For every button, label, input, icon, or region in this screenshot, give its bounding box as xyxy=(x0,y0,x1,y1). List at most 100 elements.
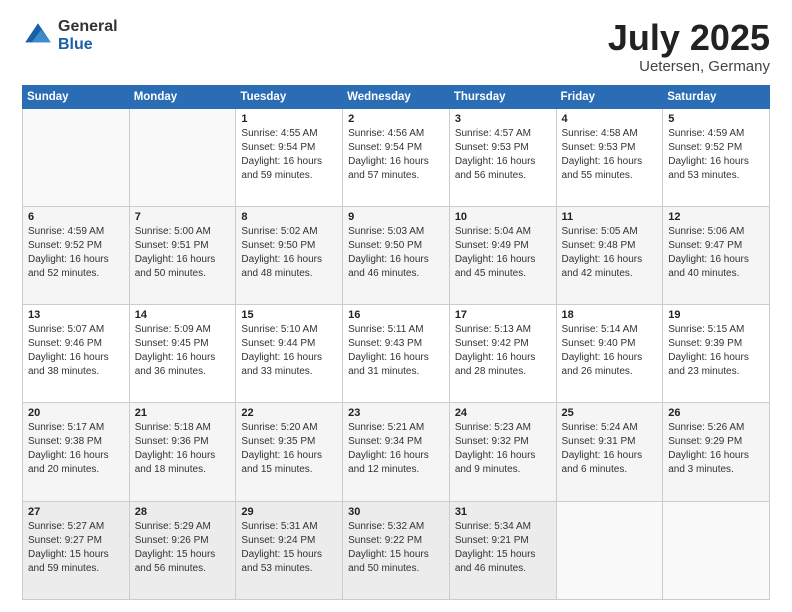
cell-content: Sunrise: 4:58 AM Sunset: 9:53 PM Dayligh… xyxy=(562,127,658,183)
calendar-cell: 22 Sunrise: 5:20 AM Sunset: 9:35 PM Dayli… xyxy=(236,403,343,501)
calendar-cell: 1 Sunrise: 4:55 AM Sunset: 9:54 PM Daylig… xyxy=(236,108,343,206)
calendar-header-thursday: Thursday xyxy=(449,85,556,108)
cell-content: Sunrise: 5:23 AM Sunset: 9:32 PM Dayligh… xyxy=(455,421,551,477)
location-subtitle: Uetersen, Germany xyxy=(608,58,770,75)
cell-content: Sunrise: 5:29 AM Sunset: 9:26 PM Dayligh… xyxy=(135,520,231,576)
day-number: 11 xyxy=(562,211,658,223)
cell-content: Sunrise: 5:09 AM Sunset: 9:45 PM Dayligh… xyxy=(135,323,231,379)
cell-content: Sunrise: 5:10 AM Sunset: 9:44 PM Dayligh… xyxy=(241,323,337,379)
cell-content: Sunrise: 5:05 AM Sunset: 9:48 PM Dayligh… xyxy=(562,225,658,281)
cell-content: Sunrise: 5:13 AM Sunset: 9:42 PM Dayligh… xyxy=(455,323,551,379)
header: General Blue July 2025 Uetersen, Germany xyxy=(22,18,770,75)
calendar-cell: 16Sunrise: 5:11 AM Sunset: 9:43 PM Dayli… xyxy=(343,305,450,403)
calendar-cell: 9 Sunrise: 5:03 AM Sunset: 9:50 PM Daylig… xyxy=(343,206,450,304)
logo: General Blue xyxy=(22,18,118,53)
day-number: 8 xyxy=(241,211,337,223)
calendar-header-wednesday: Wednesday xyxy=(343,85,450,108)
calendar-week-4: 20Sunrise: 5:17 AM Sunset: 9:38 PM Dayli… xyxy=(23,403,770,501)
cell-content: Sunrise: 5:20 AM Sunset: 9:35 PM Dayligh… xyxy=(241,421,337,477)
calendar-cell: 6 Sunrise: 4:59 AM Sunset: 9:52 PM Daylig… xyxy=(23,206,130,304)
day-number: 15 xyxy=(241,309,337,321)
calendar-cell: 25 Sunrise: 5:24 AM Sunset: 9:31 PM Dayli… xyxy=(556,403,663,501)
calendar-cell: 27Sunrise: 5:27 AM Sunset: 9:27 PM Dayli… xyxy=(23,501,130,599)
day-number: 21 xyxy=(135,407,231,419)
cell-content: Sunrise: 4:59 AM Sunset: 9:52 PM Dayligh… xyxy=(668,127,764,183)
cell-content: Sunrise: 5:31 AM Sunset: 9:24 PM Dayligh… xyxy=(241,520,337,576)
cell-content: Sunrise: 5:04 AM Sunset: 9:49 PM Dayligh… xyxy=(455,225,551,281)
cell-content: Sunrise: 5:03 AM Sunset: 9:50 PM Dayligh… xyxy=(348,225,444,281)
calendar-cell: 28 Sunrise: 5:29 AM Sunset: 9:26 PM Dayli… xyxy=(129,501,236,599)
day-number: 26 xyxy=(668,407,764,419)
logo-icon xyxy=(22,20,54,52)
cell-content: Sunrise: 5:07 AM Sunset: 9:46 PM Dayligh… xyxy=(28,323,124,379)
calendar-week-5: 27Sunrise: 5:27 AM Sunset: 9:27 PM Dayli… xyxy=(23,501,770,599)
calendar-week-1: 1 Sunrise: 4:55 AM Sunset: 9:54 PM Daylig… xyxy=(23,108,770,206)
cell-content: Sunrise: 5:27 AM Sunset: 9:27 PM Dayligh… xyxy=(28,520,124,576)
day-number: 12 xyxy=(668,211,764,223)
calendar-cell: 5 Sunrise: 4:59 AM Sunset: 9:52 PM Daylig… xyxy=(663,108,770,206)
calendar-cell: 29 Sunrise: 5:31 AM Sunset: 9:24 PM Dayli… xyxy=(236,501,343,599)
cell-content: Sunrise: 5:15 AM Sunset: 9:39 PM Dayligh… xyxy=(668,323,764,379)
calendar-cell: 20Sunrise: 5:17 AM Sunset: 9:38 PM Dayli… xyxy=(23,403,130,501)
calendar-cell: 26Sunrise: 5:26 AM Sunset: 9:29 PM Dayli… xyxy=(663,403,770,501)
calendar-cell: 11 Sunrise: 5:05 AM Sunset: 9:48 PM Dayli… xyxy=(556,206,663,304)
calendar-cell: 10 Sunrise: 5:04 AM Sunset: 9:49 PM Dayli… xyxy=(449,206,556,304)
day-number: 13 xyxy=(28,309,124,321)
calendar-cell: 2Sunrise: 4:56 AM Sunset: 9:54 PM Daylig… xyxy=(343,108,450,206)
calendar-header-friday: Friday xyxy=(556,85,663,108)
day-number: 19 xyxy=(668,309,764,321)
calendar-header-saturday: Saturday xyxy=(663,85,770,108)
cell-content: Sunrise: 5:14 AM Sunset: 9:40 PM Dayligh… xyxy=(562,323,658,379)
calendar-cell: 3 Sunrise: 4:57 AM Sunset: 9:53 PM Daylig… xyxy=(449,108,556,206)
cell-content: Sunrise: 5:32 AM Sunset: 9:22 PM Dayligh… xyxy=(348,520,444,576)
cell-content: Sunrise: 4:55 AM Sunset: 9:54 PM Dayligh… xyxy=(241,127,337,183)
day-number: 25 xyxy=(562,407,658,419)
day-number: 1 xyxy=(241,113,337,125)
day-number: 24 xyxy=(455,407,551,419)
logo-general-text: General xyxy=(58,18,118,36)
day-number: 14 xyxy=(135,309,231,321)
cell-content: Sunrise: 5:11 AM Sunset: 9:43 PM Dayligh… xyxy=(348,323,444,379)
calendar-cell: 17Sunrise: 5:13 AM Sunset: 9:42 PM Dayli… xyxy=(449,305,556,403)
calendar-cell: 24 Sunrise: 5:23 AM Sunset: 9:32 PM Dayli… xyxy=(449,403,556,501)
calendar-table: SundayMondayTuesdayWednesdayThursdayFrid… xyxy=(22,85,770,600)
cell-content: Sunrise: 5:18 AM Sunset: 9:36 PM Dayligh… xyxy=(135,421,231,477)
page: General Blue July 2025 Uetersen, Germany… xyxy=(0,0,792,612)
cell-content: Sunrise: 4:59 AM Sunset: 9:52 PM Dayligh… xyxy=(28,225,124,281)
calendar-week-3: 13 Sunrise: 5:07 AM Sunset: 9:46 PM Dayli… xyxy=(23,305,770,403)
day-number: 28 xyxy=(135,506,231,518)
calendar-header-row: SundayMondayTuesdayWednesdayThursdayFrid… xyxy=(23,85,770,108)
day-number: 7 xyxy=(135,211,231,223)
calendar-cell: 30Sunrise: 5:32 AM Sunset: 9:22 PM Dayli… xyxy=(343,501,450,599)
calendar-cell xyxy=(663,501,770,599)
calendar-cell: 15 Sunrise: 5:10 AM Sunset: 9:44 PM Dayli… xyxy=(236,305,343,403)
day-number: 10 xyxy=(455,211,551,223)
calendar-cell: 19 Sunrise: 5:15 AM Sunset: 9:39 PM Dayli… xyxy=(663,305,770,403)
day-number: 22 xyxy=(241,407,337,419)
day-number: 5 xyxy=(668,113,764,125)
day-number: 9 xyxy=(348,211,444,223)
calendar-cell: 4 Sunrise: 4:58 AM Sunset: 9:53 PM Daylig… xyxy=(556,108,663,206)
cell-content: Sunrise: 5:24 AM Sunset: 9:31 PM Dayligh… xyxy=(562,421,658,477)
day-number: 3 xyxy=(455,113,551,125)
calendar-cell: 18Sunrise: 5:14 AM Sunset: 9:40 PM Dayli… xyxy=(556,305,663,403)
day-number: 4 xyxy=(562,113,658,125)
calendar-cell xyxy=(129,108,236,206)
calendar-cell: 23Sunrise: 5:21 AM Sunset: 9:34 PM Dayli… xyxy=(343,403,450,501)
day-number: 6 xyxy=(28,211,124,223)
calendar-header-tuesday: Tuesday xyxy=(236,85,343,108)
day-number: 31 xyxy=(455,506,551,518)
day-number: 29 xyxy=(241,506,337,518)
calendar-cell: 21 Sunrise: 5:18 AM Sunset: 9:36 PM Dayli… xyxy=(129,403,236,501)
cell-content: Sunrise: 4:57 AM Sunset: 9:53 PM Dayligh… xyxy=(455,127,551,183)
calendar-cell: 14 Sunrise: 5:09 AM Sunset: 9:45 PM Dayli… xyxy=(129,305,236,403)
day-number: 23 xyxy=(348,407,444,419)
day-number: 20 xyxy=(28,407,124,419)
calendar-cell: 8 Sunrise: 5:02 AM Sunset: 9:50 PM Daylig… xyxy=(236,206,343,304)
month-title: July 2025 xyxy=(608,18,770,58)
cell-content: Sunrise: 5:06 AM Sunset: 9:47 PM Dayligh… xyxy=(668,225,764,281)
title-block: July 2025 Uetersen, Germany xyxy=(608,18,770,75)
cell-content: Sunrise: 5:00 AM Sunset: 9:51 PM Dayligh… xyxy=(135,225,231,281)
calendar-cell xyxy=(556,501,663,599)
cell-content: Sunrise: 5:02 AM Sunset: 9:50 PM Dayligh… xyxy=(241,225,337,281)
